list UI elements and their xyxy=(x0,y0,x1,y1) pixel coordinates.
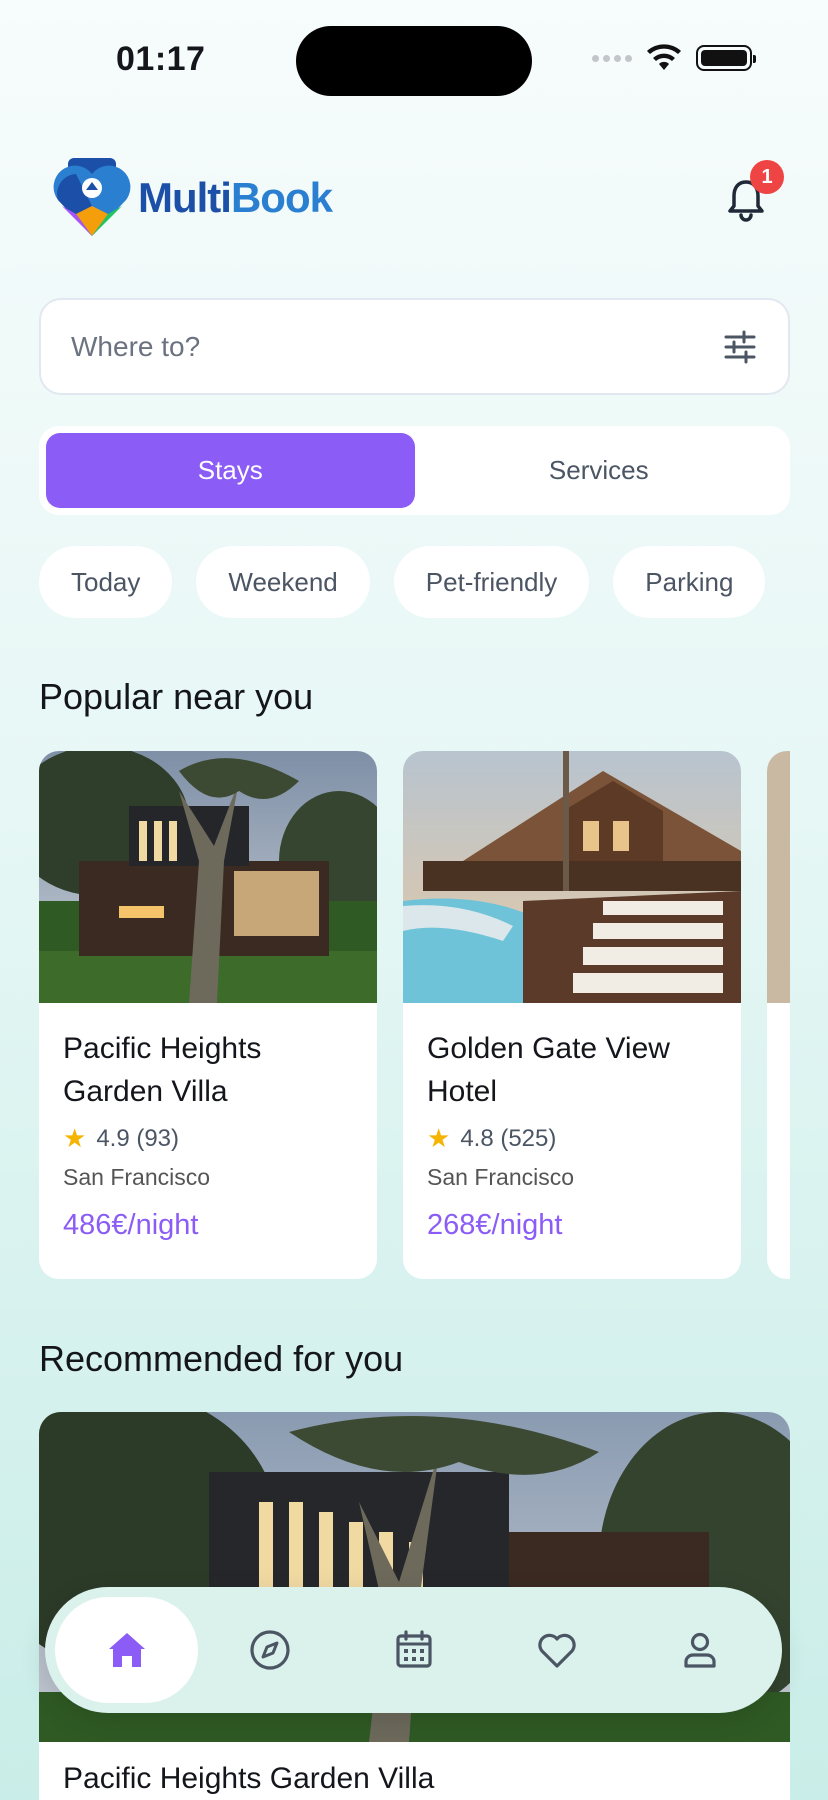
listing-price: 268€/night xyxy=(427,1209,563,1241)
stays-services-toggle: Stays Services xyxy=(39,426,790,515)
status-icons xyxy=(592,44,756,72)
heart-icon xyxy=(538,1633,576,1668)
search-bar[interactable] xyxy=(39,298,790,395)
listing-price: 486€/night xyxy=(63,1209,199,1241)
listing-photo-pool-hotel xyxy=(403,751,741,1003)
user-icon xyxy=(684,1632,716,1668)
notification-badge: 1 xyxy=(750,160,784,194)
logo-text-book: Book xyxy=(230,174,333,221)
listing-photo-partial xyxy=(767,751,790,1003)
chip-pet-friendly[interactable]: Pet-friendly xyxy=(393,546,590,618)
listing-rating: ★ 4.8 (525) xyxy=(427,1123,717,1154)
status-bar: 01:17 xyxy=(0,0,828,120)
search-input[interactable] xyxy=(71,330,722,363)
recommended-listing-name: Pacific Heights Garden Villa xyxy=(63,1762,435,1795)
tab-stays[interactable]: Stays xyxy=(46,433,415,508)
rating-value: 4.9 (93) xyxy=(96,1124,180,1152)
star-icon: ★ xyxy=(63,1123,87,1153)
logo-text-multi: Multi xyxy=(138,174,232,221)
listing-photo-modern-villa xyxy=(39,751,377,1003)
chip-parking[interactable]: Parking xyxy=(613,546,766,618)
chip-today[interactable]: Today xyxy=(39,546,173,618)
status-time: 01:17 xyxy=(116,40,206,78)
filter-chips: Today Weekend Pet-friendly Parking xyxy=(39,546,790,618)
popular-carousel[interactable]: Pacific Heights Garden Villa ★ 4.9 (93) … xyxy=(39,751,790,1279)
wifi-icon xyxy=(647,44,681,70)
nav-explore[interactable] xyxy=(198,1597,341,1703)
nav-favorites[interactable] xyxy=(485,1597,628,1703)
recommended-section-title: Recommended for you xyxy=(39,1338,404,1379)
app-logo: MultiBook xyxy=(52,156,333,240)
home-icon xyxy=(108,1633,145,1667)
battery-icon xyxy=(696,45,756,71)
chip-weekend[interactable]: Weekend xyxy=(196,546,370,618)
listing-city: San Francisco xyxy=(427,1164,575,1190)
listing-card[interactable]: Pacific Heights Garden Villa ★ 4.9 (93) … xyxy=(39,751,377,1279)
listing-card[interactable]: Golden Gate View Hotel ★ 4.8 (525) San F… xyxy=(403,751,741,1279)
calendar-icon xyxy=(395,1630,432,1668)
nav-home[interactable] xyxy=(55,1597,199,1703)
bottom-navigation xyxy=(45,1587,782,1713)
listing-city: San Francisco xyxy=(63,1164,211,1190)
cellular-signal-icon xyxy=(592,54,632,62)
logo-wordmark: MultiBook xyxy=(138,174,333,222)
multibook-logo-icon xyxy=(53,158,131,236)
rating-value: 4.8 (525) xyxy=(460,1124,557,1152)
nav-profile[interactable] xyxy=(629,1597,772,1703)
tab-services[interactable]: Services xyxy=(415,433,784,508)
dynamic-island xyxy=(296,26,532,96)
compass-icon xyxy=(250,1630,290,1670)
listing-name: Golden Gate View Hotel xyxy=(427,1032,670,1108)
nav-bookings[interactable] xyxy=(342,1597,485,1703)
listing-card-partial[interactable] xyxy=(767,751,790,1279)
listing-name: Pacific Heights Garden Villa xyxy=(63,1032,262,1108)
star-icon: ★ xyxy=(427,1123,451,1153)
filter-sliders-icon[interactable] xyxy=(722,329,758,365)
popular-section-title: Popular near you xyxy=(39,676,314,717)
listing-rating: ★ 4.9 (93) xyxy=(63,1123,353,1154)
